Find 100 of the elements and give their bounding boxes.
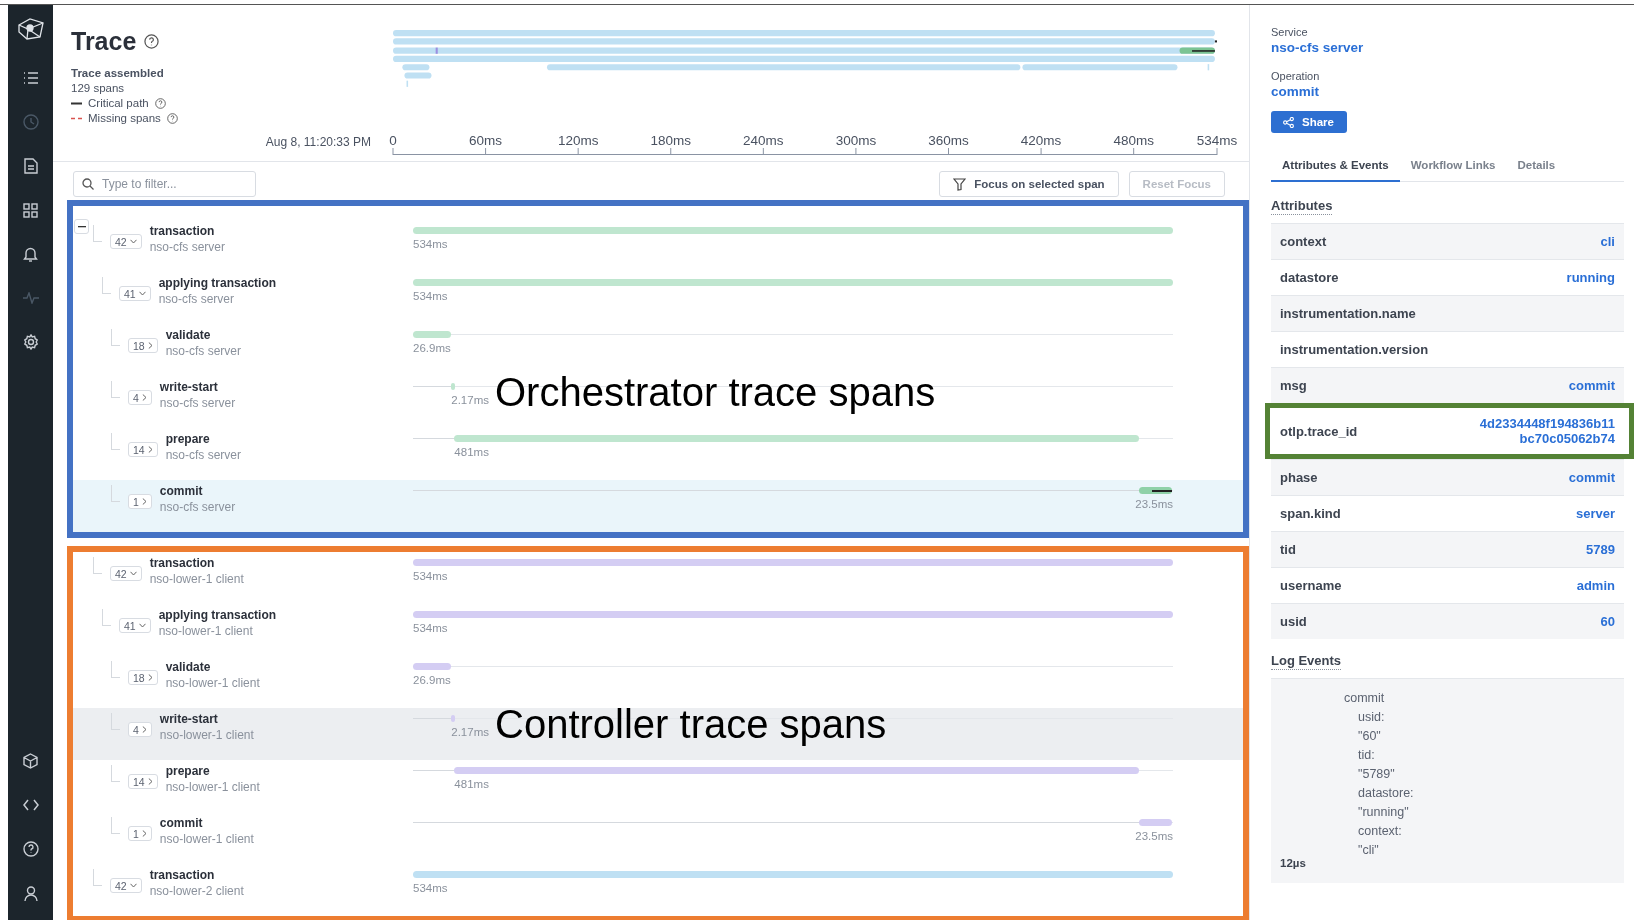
bell-icon xyxy=(23,246,38,262)
logo-icon xyxy=(15,17,46,41)
clock-icon xyxy=(22,114,39,130)
span-name: validate xyxy=(165,328,212,342)
span-row[interactable]: 14 prepare nso-lower-1 client 481ms xyxy=(73,760,1243,812)
span-row[interactable]: 14 prepare nso-cfs server 481ms xyxy=(73,428,1243,480)
list-icon xyxy=(22,71,39,85)
log-event-time: 12µs xyxy=(1280,857,1307,871)
child-count-toggle[interactable]: 42 xyxy=(110,878,142,893)
code-icon xyxy=(22,799,39,811)
cube-icon xyxy=(23,753,38,769)
filter-field[interactable]: Type to filter... xyxy=(73,171,256,197)
axis-tick-label: 534ms xyxy=(1196,133,1238,148)
chevron-right-icon xyxy=(141,726,147,733)
service-name: nso-cfs server xyxy=(159,396,236,410)
attribute-key: username xyxy=(1280,578,1342,593)
attribute-key: datastore xyxy=(1280,270,1339,285)
collapse-all-button[interactable] xyxy=(74,219,89,234)
chevron-down-icon xyxy=(138,291,146,296)
child-count-toggle[interactable]: 18 xyxy=(128,338,158,353)
help-icon[interactable] xyxy=(166,113,178,124)
trace-timestamp: Aug 8, 11:20:33 PM xyxy=(265,135,371,149)
help-icon xyxy=(22,841,39,857)
help-icon[interactable] xyxy=(154,98,166,109)
span-row[interactable]: 42 transaction nso-cfs server 534ms xyxy=(73,220,1243,272)
span-row[interactable]: 42 transaction nso-lower-1 client 534ms xyxy=(73,552,1243,604)
axis-tick-label: 0 xyxy=(389,133,397,148)
child-count-toggle[interactable]: 4 xyxy=(128,390,152,405)
span-name: transaction xyxy=(149,556,216,570)
help-icon[interactable] xyxy=(144,34,160,49)
chevron-right-icon xyxy=(147,674,153,681)
operation-label: Operation xyxy=(1271,70,1321,82)
child-count-toggle[interactable]: 1 xyxy=(128,826,152,841)
chevron-down-icon xyxy=(138,623,146,628)
operation-value: commit xyxy=(1271,84,1320,99)
attribute-value: running xyxy=(1566,270,1615,285)
span-duration: 534ms xyxy=(413,570,448,582)
span-duration: 534ms xyxy=(413,882,448,894)
focus-button[interactable]: Focus on selected span xyxy=(939,171,1119,197)
span-duration: 23.5ms xyxy=(1135,498,1173,510)
axis-tick-label: 240ms xyxy=(743,133,784,148)
service-name: nso-lower-1 client xyxy=(165,780,260,794)
span-row[interactable]: 4 write-start nso-lower-1 client 2.17ms Controller trace spans xyxy=(73,708,1243,760)
attribute-key: context xyxy=(1280,234,1327,249)
child-count-toggle[interactable]: 42 xyxy=(110,234,142,249)
span-row[interactable]: 1 commit nso-cfs server 23.5ms xyxy=(73,480,1243,532)
trace-status: Trace assembled xyxy=(71,66,165,81)
span-row[interactable]: 41 applying transaction nso-lower-1 client 534ms xyxy=(73,604,1243,656)
child-count-toggle[interactable]: 42 xyxy=(110,566,142,581)
child-count-toggle[interactable]: 18 xyxy=(128,670,158,685)
span-name: commit xyxy=(159,484,204,498)
child-count-toggle[interactable]: 1 xyxy=(128,494,152,509)
attribute-value: 5789 xyxy=(1586,542,1615,557)
service-name: nso-lower-1 client xyxy=(159,728,254,742)
filter-icon xyxy=(953,177,967,191)
log-field-key: context: xyxy=(1344,822,1414,841)
service-label: Service xyxy=(1271,26,1309,38)
child-count-toggle[interactable]: 4 xyxy=(128,722,152,737)
span-name: applying transaction xyxy=(158,276,277,290)
child-count-toggle[interactable]: 14 xyxy=(128,774,158,789)
service-name: nso-cfs server xyxy=(159,500,236,514)
attribute-key: otlp.trace_id xyxy=(1280,423,1358,439)
share-button[interactable]: Share xyxy=(1271,111,1347,133)
log-field-key: datastore: xyxy=(1344,784,1414,803)
child-count-toggle[interactable]: 14 xyxy=(128,442,158,457)
section-heading: Log Events xyxy=(1271,653,1342,670)
tab[interactable]: Attributes & Events xyxy=(1271,151,1400,182)
attribute-key: tid xyxy=(1280,542,1296,557)
span-name: write-start xyxy=(159,712,219,726)
service-name: nso-lower-1 client xyxy=(159,832,254,846)
span-row[interactable]: 42 transaction nso-lower-2 client 534ms xyxy=(73,864,1243,916)
chevron-right-icon xyxy=(147,446,153,453)
chevron-right-icon xyxy=(147,342,153,349)
span-row[interactable]: 41 applying transaction nso-cfs server 534ms xyxy=(73,272,1243,324)
attribute-value: 60 xyxy=(1600,614,1615,629)
axis-tick-label: 120ms xyxy=(557,133,599,148)
log-field-key: usid: xyxy=(1344,708,1414,727)
axis-tick-label: 420ms xyxy=(1020,133,1062,148)
service-name: nso-cfs server xyxy=(158,292,236,306)
span-duration: 481ms xyxy=(454,778,489,790)
child-count-toggle[interactable]: 41 xyxy=(119,618,151,633)
attribute-value: commit xyxy=(1568,378,1615,393)
attribute-key: instrumentation.name xyxy=(1280,306,1416,321)
service-name: nso-lower-2 client xyxy=(149,884,244,898)
document-icon xyxy=(23,158,38,174)
pulse-icon xyxy=(22,292,39,304)
legend-label: Critical path xyxy=(88,96,149,111)
span-row[interactable]: 1 commit nso-lower-1 client 23.5ms xyxy=(73,812,1243,864)
share-icon xyxy=(1283,116,1294,128)
attribute-key: instrumentation.version xyxy=(1280,342,1429,357)
chevron-down-icon xyxy=(129,239,137,244)
chevron-right-icon xyxy=(141,498,147,505)
tab[interactable]: Details xyxy=(1506,151,1567,182)
child-count-toggle[interactable]: 41 xyxy=(119,286,151,301)
span-name: applying transaction xyxy=(158,608,277,622)
log-field-value: "cli" xyxy=(1357,842,1380,859)
span-name: write-start xyxy=(159,380,219,394)
attribute-value: admin xyxy=(1576,578,1615,593)
axis-tick-label: 300ms xyxy=(835,133,877,148)
tab[interactable]: Workflow Links xyxy=(1399,151,1507,182)
